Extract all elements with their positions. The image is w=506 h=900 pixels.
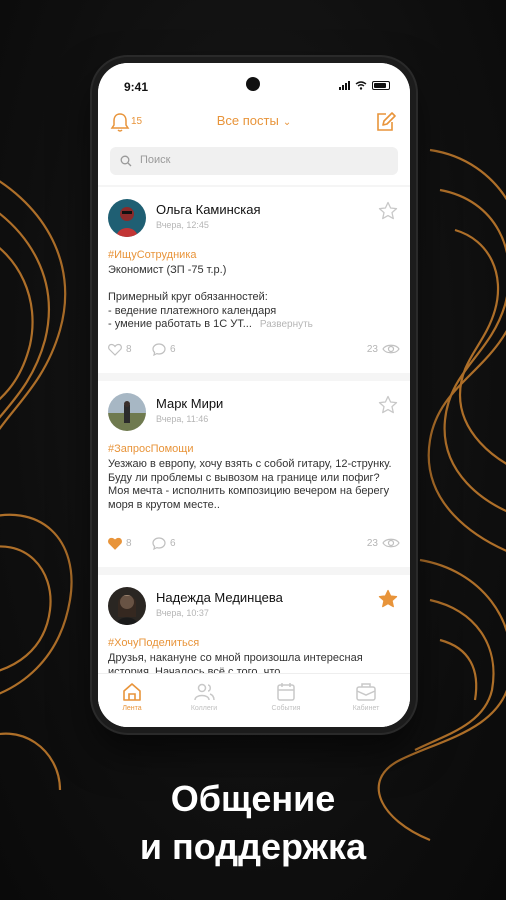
phone-frame: 9:41 15 Все посты ⌄ Поиск Ольга Каминска…	[92, 57, 416, 733]
post-actions: 8 6 23	[108, 537, 400, 553]
battery-icon	[372, 81, 390, 90]
star-icon[interactable]	[378, 201, 398, 221]
search-input[interactable]: Поиск	[110, 147, 398, 175]
front-camera	[246, 77, 260, 91]
tab-label: Коллеги	[190, 705, 218, 712]
tab-label: Кабинет	[352, 705, 380, 712]
post-date: Вчера, 12:45	[156, 220, 209, 230]
post-card[interactable]: Марк Мири Вчера, 11:46 #ЗапросПомощи Уез…	[98, 381, 410, 567]
users-icon	[194, 683, 215, 701]
home-icon	[123, 683, 141, 701]
mailbox-icon	[356, 683, 376, 701]
avatar[interactable]	[108, 199, 146, 237]
feed-title: Все посты	[216, 113, 279, 128]
like-count: 8	[126, 344, 132, 355]
comment-icon	[152, 537, 166, 550]
avatar[interactable]	[108, 393, 146, 431]
wifi-icon	[355, 81, 367, 90]
tab-label: События	[271, 705, 301, 712]
tab-events[interactable]: События	[256, 682, 316, 712]
status-bar: 9:41	[98, 63, 410, 107]
bottom-tab-bar: Лента Коллеги События Кабинет	[98, 673, 410, 727]
star-icon[interactable]	[378, 395, 398, 415]
post-hashtag[interactable]: #ХочуПоделиться	[108, 637, 199, 649]
search-bar: Поиск	[98, 141, 410, 185]
like-button[interactable]: 8	[108, 343, 132, 356]
like-button[interactable]: 8	[108, 537, 132, 550]
post-text: Экономист (ЗП -75 т.р.) Примерный круг о…	[108, 264, 400, 332]
post-author[interactable]: Надежда Мединцева	[156, 590, 283, 605]
post-actions: 8 6 23	[108, 343, 400, 359]
heart-filled-icon	[108, 537, 122, 550]
eye-icon	[382, 538, 400, 548]
comment-count: 6	[170, 538, 176, 549]
views-count: 23	[366, 343, 378, 355]
post-author[interactable]: Марк Мири	[156, 396, 223, 411]
tab-feed[interactable]: Лента	[102, 682, 162, 712]
signal-icon	[339, 81, 350, 90]
avatar[interactable]	[108, 587, 146, 625]
comment-count: 6	[170, 344, 176, 355]
promo-headline-line2: и поддержка	[139, 826, 367, 867]
status-time: 9:41	[124, 80, 149, 94]
post-date: Вчера, 11:46	[156, 414, 209, 424]
views-count: 23	[366, 537, 378, 549]
app-screen: 9:41 15 Все посты ⌄ Поиск Ольга Каминска…	[98, 63, 410, 727]
feed-selector[interactable]: Все посты ⌄	[98, 113, 410, 128]
post-text-content: Экономист (ЗП -75 т.р.) Примерный круг о…	[108, 264, 277, 330]
tab-cabinet[interactable]: Кабинет	[336, 682, 396, 712]
post-hashtag[interactable]: #ИщуСотрудника	[108, 249, 197, 261]
expand-link[interactable]: Развернуть	[260, 319, 313, 330]
post-hashtag[interactable]: #ЗапросПомощи	[108, 443, 193, 455]
feed-header: 15 Все посты ⌄	[98, 107, 410, 141]
post-card[interactable]: Ольга Каминская Вчера, 12:45 #ИщуСотрудн…	[98, 187, 410, 373]
tab-colleagues[interactable]: Коллеги	[174, 682, 234, 712]
promo-headline-line1: Общение	[170, 778, 336, 819]
tab-label: Лента	[122, 705, 142, 712]
edit-post-icon[interactable]	[374, 111, 396, 133]
star-filled-icon[interactable]	[378, 589, 398, 609]
views-counter: 23	[367, 343, 400, 355]
comment-icon	[152, 343, 166, 356]
chevron-down-icon: ⌄	[282, 117, 292, 128]
post-author[interactable]: Ольга Каминская	[156, 202, 261, 217]
comment-button[interactable]: 6	[152, 343, 176, 356]
like-count: 8	[126, 538, 132, 549]
post-date: Вчера, 10:37	[156, 608, 209, 618]
views-counter: 23	[367, 537, 400, 549]
search-icon	[120, 155, 132, 167]
calendar-icon	[277, 683, 295, 701]
search-placeholder: Поиск	[140, 154, 171, 166]
heart-icon	[108, 343, 122, 356]
eye-icon	[382, 344, 400, 354]
post-text: Уезжаю в европу, хочу взять с собой гита…	[108, 458, 392, 511]
comment-button[interactable]: 6	[152, 537, 176, 550]
